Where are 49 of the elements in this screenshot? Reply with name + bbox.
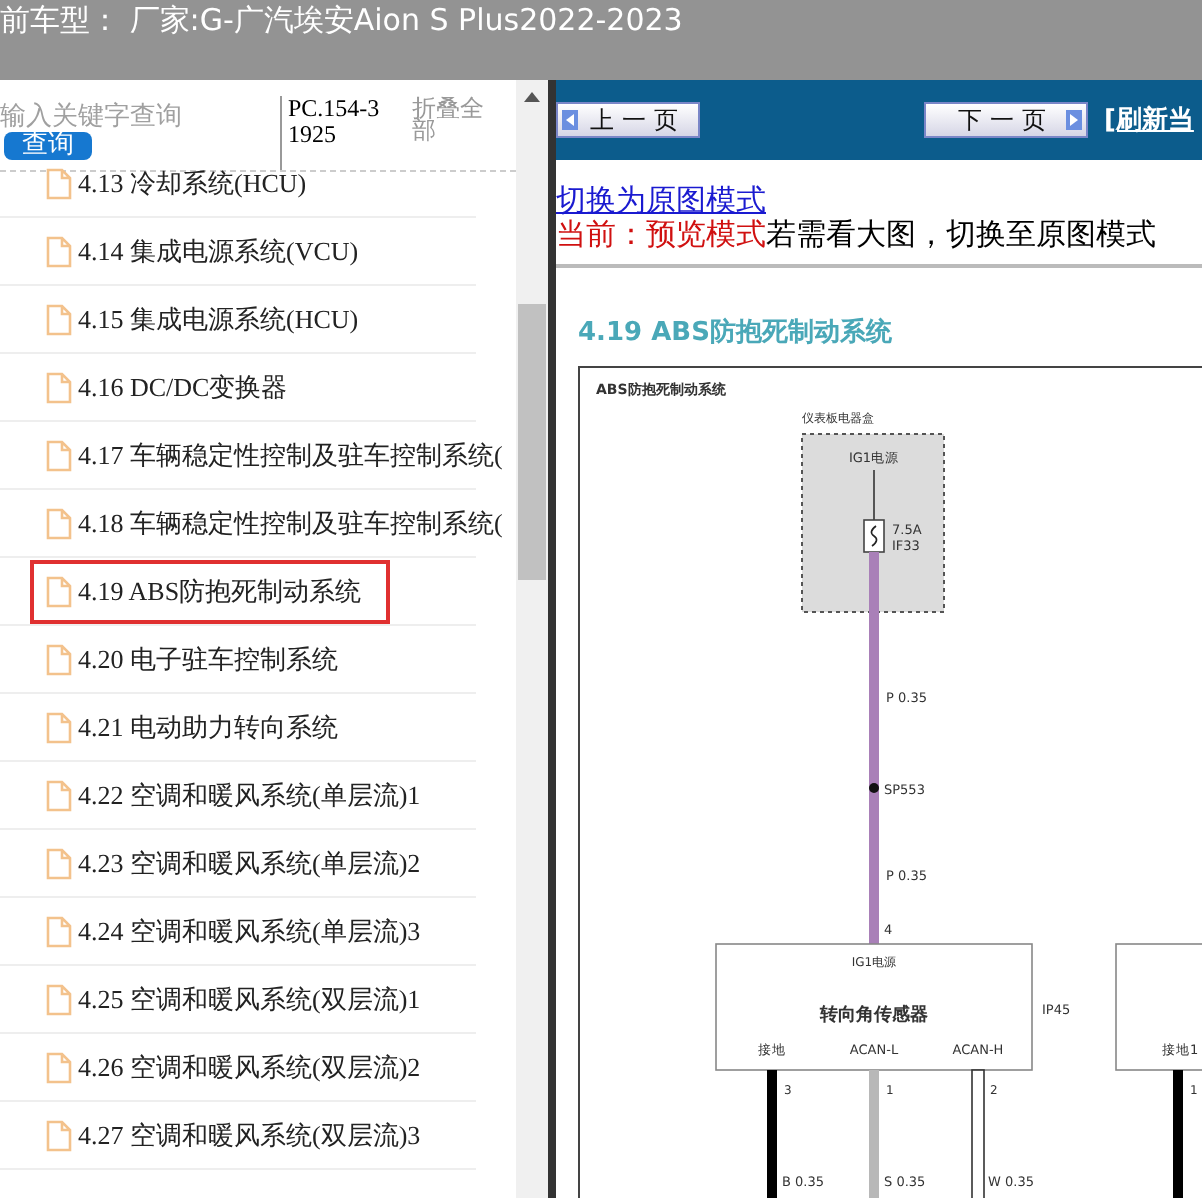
sidebar-item[interactable]: 4.23 空调和暖风系统(单层流)2 bbox=[30, 831, 449, 895]
sidebar-item[interactable]: 4.25 空调和暖风系统(双层流)1 bbox=[30, 967, 449, 1031]
document-icon bbox=[46, 1119, 72, 1151]
search-field[interactable]: 输入关键字查询 bbox=[0, 100, 220, 132]
document-code: PC.154-31925 bbox=[280, 96, 384, 170]
document-icon bbox=[46, 439, 72, 471]
scroll-thumb[interactable] bbox=[518, 304, 546, 580]
document-icon bbox=[46, 643, 72, 675]
splice-dot bbox=[869, 783, 879, 793]
document-icon bbox=[46, 507, 72, 539]
sidebar-item[interactable]: 4.19 ABS防抱死制动系统 bbox=[30, 559, 390, 623]
sidebar-item[interactable]: 4.15 集成电源系统(HCU) bbox=[30, 287, 387, 351]
scrollbar[interactable] bbox=[516, 80, 548, 1198]
search-button[interactable]: 查询 bbox=[4, 132, 92, 160]
sidebar-item[interactable]: 4.17 车辆稳定性控制及驻车控制系统( bbox=[30, 423, 516, 487]
previous-page-button[interactable]: 上一页 bbox=[556, 102, 700, 138]
arrow-right-icon bbox=[1066, 110, 1082, 130]
mode-link[interactable]: 切换为原图模式 bbox=[556, 182, 766, 218]
sidebar-item[interactable]: 4.18 车辆稳定性控制及驻车控制系统( bbox=[30, 491, 516, 555]
hint-text: 若需看大图，切换至原图模式 bbox=[766, 216, 1156, 252]
sidebar-item[interactable]: 4.14 集成电源系统(VCU) bbox=[30, 219, 387, 283]
document-icon bbox=[46, 167, 72, 199]
fuse-icon bbox=[863, 519, 885, 553]
sidebar-item[interactable]: 4.24 空调和暖风系统(单层流)3 bbox=[30, 899, 449, 963]
document-icon bbox=[46, 1051, 72, 1083]
sidebar-item[interactable]: 4.27 空调和暖风系统(双层流)3 bbox=[30, 1103, 449, 1167]
document-icon bbox=[46, 371, 72, 403]
document-icon bbox=[46, 983, 72, 1015]
document-icon bbox=[46, 915, 72, 947]
sidebar-item[interactable]: 4.16 DC/DC变换器 bbox=[30, 355, 316, 419]
document-icon bbox=[46, 575, 72, 607]
document-icon bbox=[46, 779, 72, 811]
refresh-link[interactable]: [刷新当 bbox=[1104, 102, 1194, 138]
current-mode-text: 当前：预览模式 bbox=[556, 216, 766, 252]
sidebar-item[interactable]: 4.20 电子驻车控制系统 bbox=[30, 627, 366, 691]
arrow-left-icon bbox=[562, 110, 578, 130]
sidebar-item[interactable]: 4.22 空调和暖风系统(单层流)1 bbox=[30, 763, 449, 827]
sidebar-item[interactable]: 4.26 空调和暖风系统(双层流)2 bbox=[30, 1035, 449, 1099]
scroll-up-icon[interactable] bbox=[524, 92, 540, 102]
document-icon bbox=[46, 235, 72, 267]
next-page-button[interactable]: 下一页 bbox=[924, 102, 1088, 138]
diagram-label: 转向角传感器 bbox=[820, 1006, 928, 1026]
window-title: 前车型： 厂家:G-广汽埃安Aion S Plus2022-2023 bbox=[0, 0, 683, 40]
document-icon bbox=[46, 847, 72, 879]
document-icon bbox=[46, 711, 72, 743]
wire bbox=[1173, 1070, 1183, 1198]
sidebar-item[interactable]: 4.21 电动助力转向系统 bbox=[30, 695, 366, 759]
document-icon bbox=[46, 303, 72, 335]
section-title: 4.19 ABS防抱死制动系统 bbox=[578, 315, 894, 350]
